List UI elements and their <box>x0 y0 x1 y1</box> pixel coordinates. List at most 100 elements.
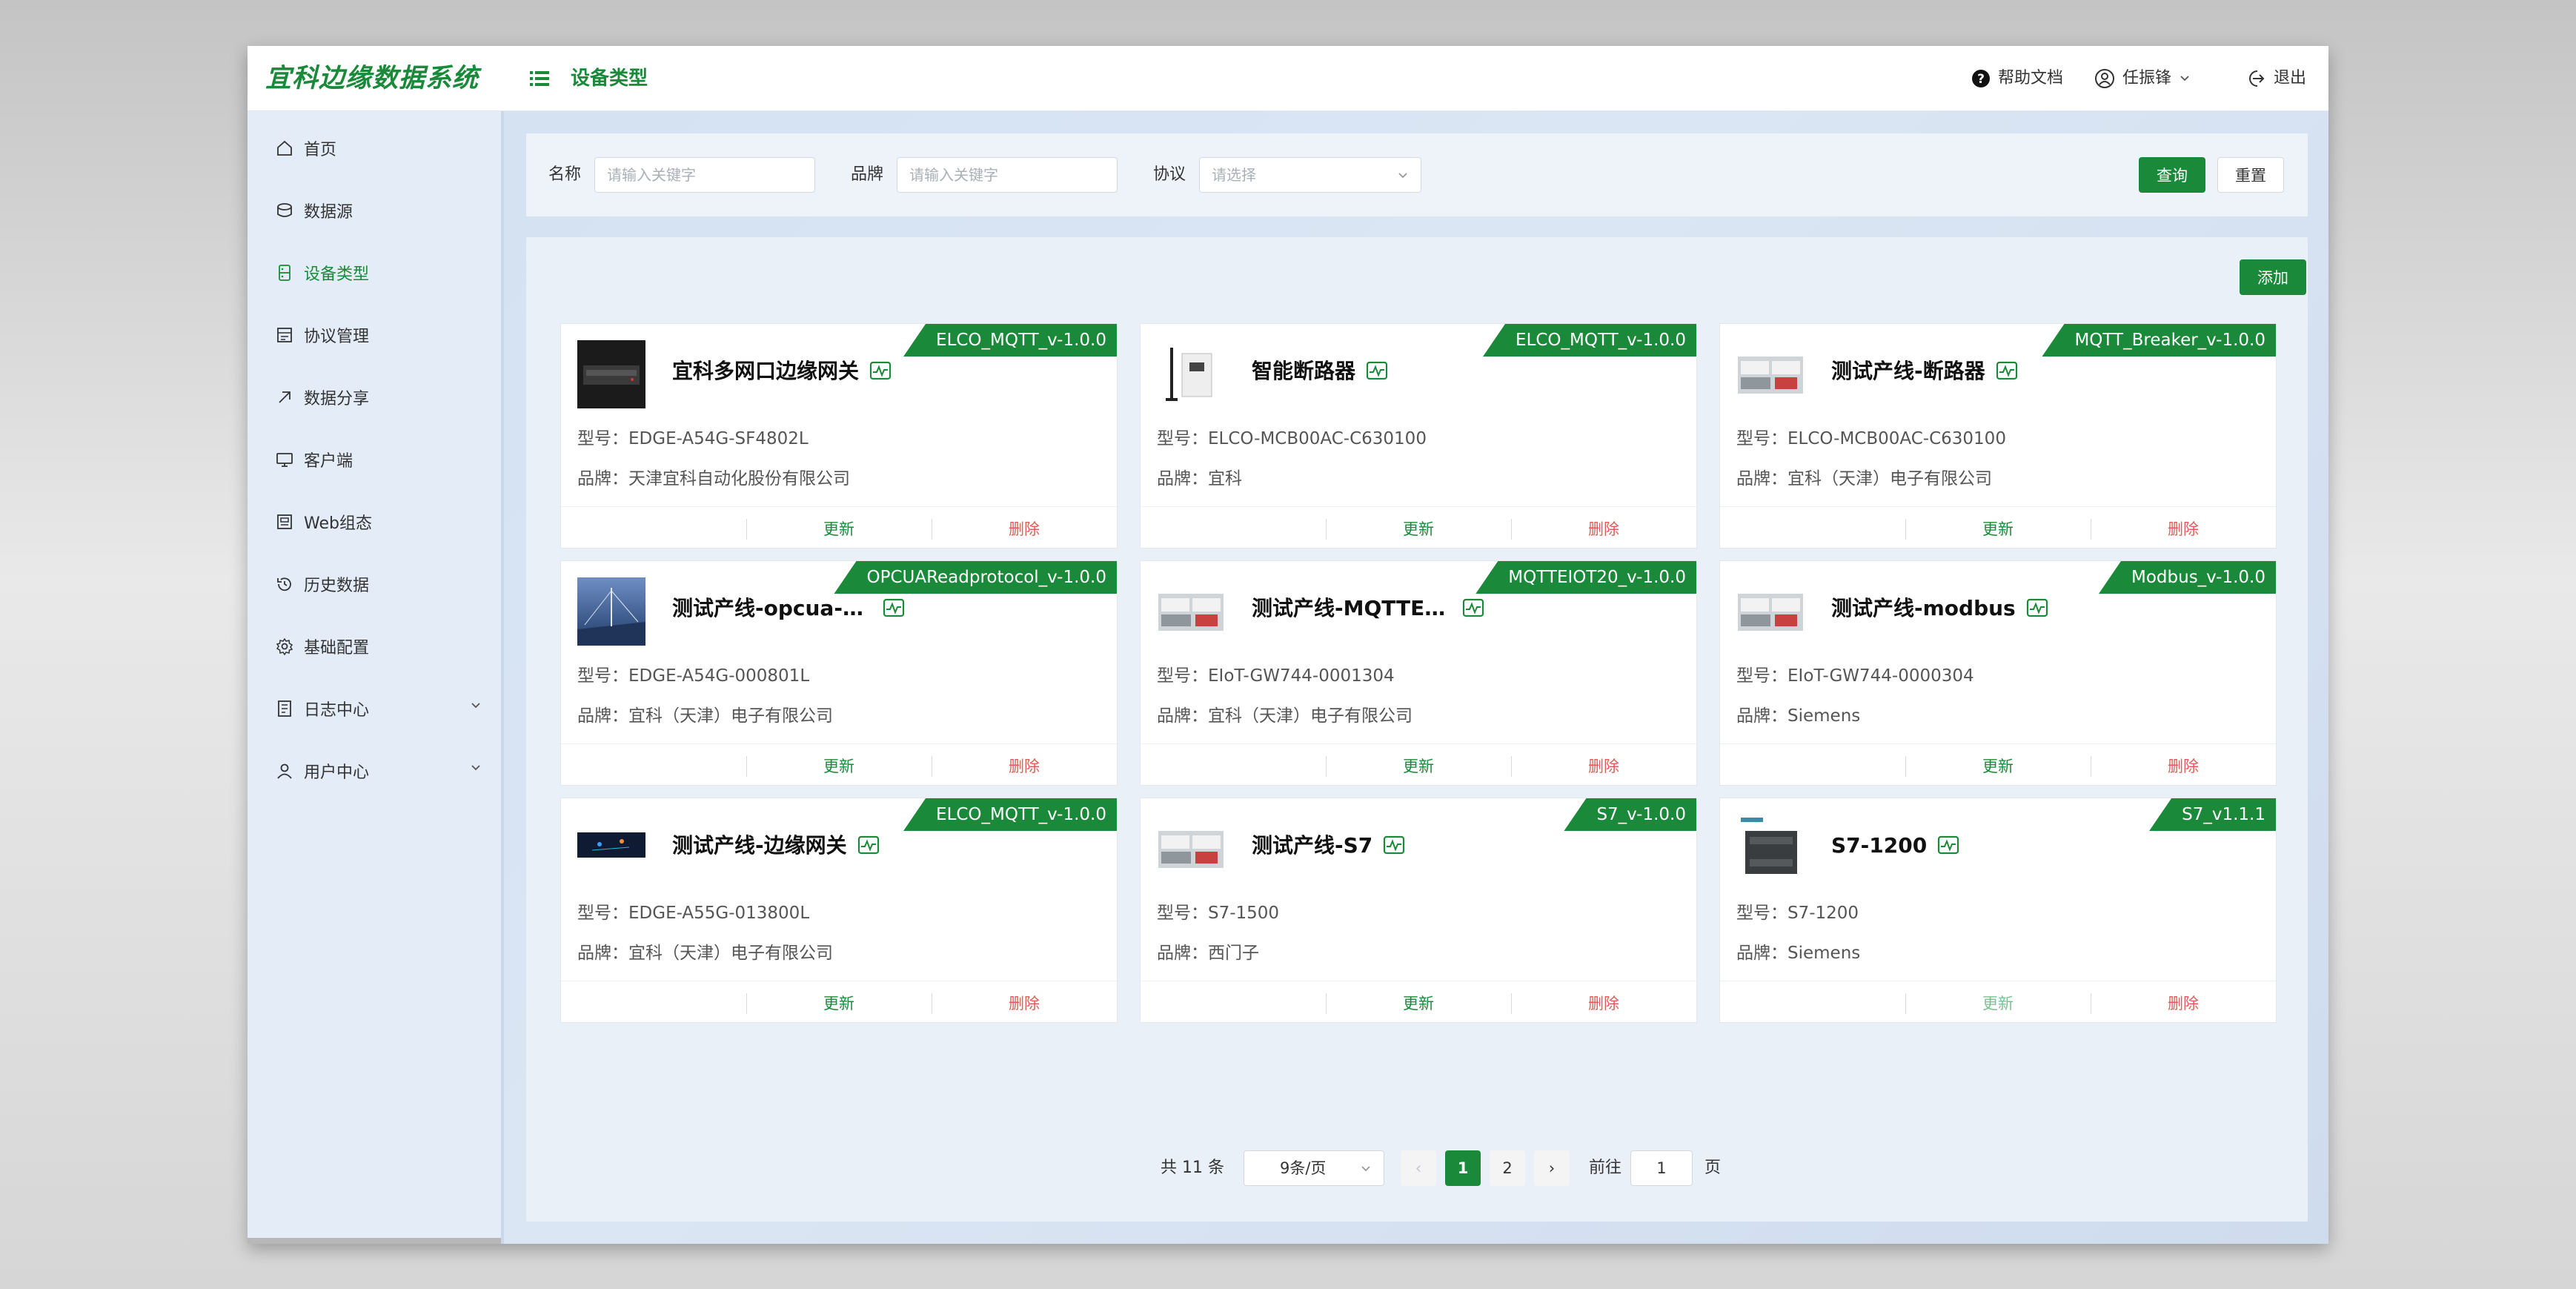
brand-prefix: 品牌： <box>1736 469 1787 488</box>
prev-page-button[interactable]: ‹ <box>1401 1150 1436 1186</box>
sidebar-item-label: 协议管理 <box>304 328 370 346</box>
log-icon <box>278 700 291 717</box>
device-card[interactable]: ELCO_MQTT_v-1.0.0 智能断路器 型号：ELCO-MCB00AC-C6… <box>1140 323 1697 549</box>
chevron-down-icon <box>471 765 480 771</box>
update-button[interactable]: 更新 <box>1953 517 2042 541</box>
share-icon <box>279 391 291 403</box>
device-thumbnail <box>577 815 645 883</box>
model-value: ELCO-MCB00AC-C630100 <box>1208 429 1427 448</box>
device-card[interactable]: Modbus_v-1.0.0 测试产线-modbus 型号：EIoT-GW744-0… <box>1719 560 2277 786</box>
monitor-status-icon[interactable] <box>869 361 892 382</box>
divider <box>746 519 747 540</box>
protocol-select[interactable]: 请选择 <box>1199 157 1421 193</box>
delete-button[interactable]: 删除 <box>980 992 1069 1015</box>
sidebar: 首页 数据源 设备类型 协议管理 数据分享 客户端 Web组态 历史数据 基础配… <box>248 111 507 1244</box>
monitor-status-icon[interactable] <box>857 835 880 856</box>
sidebar-item-log-center[interactable]: 日志中心 <box>248 677 504 740</box>
update-button[interactable]: 更新 <box>794 755 883 778</box>
sidebar-item-device-types[interactable]: 设备类型 <box>248 242 507 304</box>
update-button[interactable]: 更新 <box>1953 755 2042 778</box>
device-card[interactable]: OPCUAReadprotocol_v-1.0.0测试产线-opcua-read… <box>560 560 1118 786</box>
monitor-status-icon[interactable] <box>1996 361 2018 382</box>
sidebar-item-history[interactable]: 历史数据 <box>248 553 504 615</box>
delete-button[interactable]: 删除 <box>980 755 1069 778</box>
home-icon <box>277 140 292 156</box>
monitor-status-icon[interactable] <box>1383 835 1405 856</box>
update-button[interactable]: 更新 <box>794 517 883 541</box>
device-name: 测试产线-MQTTEIOT20 <box>1252 596 1452 620</box>
page-size-select[interactable]: 9条/页 <box>1244 1150 1384 1186</box>
page-button-2[interactable]: 2 <box>1490 1150 1525 1186</box>
help-docs-link[interactable]: ? 帮助文档 <box>1971 64 2063 93</box>
brand-search-input[interactable] <box>897 157 1118 193</box>
brand-prefix: 品牌： <box>1157 944 1208 963</box>
goto-page-input[interactable] <box>1630 1150 1693 1186</box>
sidebar-item-user-center[interactable]: 用户中心 <box>248 740 504 802</box>
model-value: EIoT-GW744-0000304 <box>1787 666 1974 686</box>
model-value: EDGE-A54G-SF4802L <box>628 429 809 448</box>
brand-filter-label: 品牌 <box>851 165 884 184</box>
device-card[interactable]: ELCO_MQTT_v-1.0.0 测试产线-边缘网关 型号：EDGE-A55G-0… <box>560 798 1118 1023</box>
device-card[interactable]: MQTT_Breaker_v-1.0.0 测试产线-断路器 型号：ELCO-MCB0… <box>1719 323 2277 549</box>
delete-button[interactable]: 删除 <box>1559 517 1648 541</box>
brand-value: 宜科 <box>1208 469 1242 488</box>
sidebar-item-home[interactable]: 首页 <box>248 117 504 179</box>
page-size-value: 9条/页 <box>1280 1159 1327 1177</box>
brand-value: 西门子 <box>1208 944 1259 963</box>
page-button-1[interactable]: 1 <box>1445 1150 1481 1186</box>
monitor-status-icon[interactable] <box>1366 361 1388 382</box>
update-button[interactable]: 更新 <box>1374 992 1463 1015</box>
delete-button[interactable]: 删除 <box>1559 755 1648 778</box>
sidebar-item-web-config[interactable]: Web组态 <box>248 491 504 553</box>
menu-toggle-icon[interactable] <box>528 67 551 90</box>
sidebar-item-label: 基础配置 <box>304 639 370 657</box>
device-model: 型号：ELCO-MCB00AC-C630100 <box>1736 426 2006 451</box>
name-search-input[interactable] <box>594 157 815 193</box>
update-button[interactable]: 更新 <box>1953 992 2042 1015</box>
delete-button[interactable]: 删除 <box>1559 992 1648 1015</box>
reset-button[interactable]: 重置 <box>2217 157 2284 193</box>
user-avatar-icon <box>2095 69 2114 88</box>
monitor-status-icon[interactable] <box>883 598 905 619</box>
delete-button[interactable]: 删除 <box>2139 517 2228 541</box>
device-name: 测试产线-边缘网关 <box>672 833 847 858</box>
sidebar-item-client[interactable]: 客户端 <box>248 428 504 491</box>
sidebar-item-base-config[interactable]: 基础配置 <box>248 615 504 677</box>
model-prefix: 型号： <box>1157 666 1208 686</box>
model-prefix: 型号： <box>1736 904 1787 923</box>
device-card[interactable]: S7_v-1.0.0 测试产线-S7 型号：S7-1500 品牌：西门子 更新 删除 <box>1140 798 1697 1023</box>
card-actions: 更新 删除 <box>561 743 1117 785</box>
card-actions: 更新 删除 <box>561 981 1117 1022</box>
next-page-button[interactable]: › <box>1534 1150 1570 1186</box>
user-menu[interactable]: 任振锋 <box>2094 64 2191 93</box>
user-icon <box>277 763 292 779</box>
logout-button[interactable]: 退出 <box>2245 64 2306 93</box>
monitor-status-icon[interactable] <box>2026 598 2048 619</box>
device-brand: 品牌：宜科（天津）电子有限公司 <box>1157 703 1413 729</box>
monitor-status-icon[interactable] <box>1462 598 1484 619</box>
add-device-button[interactable]: 添加 <box>2240 259 2306 295</box>
model-prefix: 型号： <box>1736 429 1787 448</box>
device-name: 宜科多网口边缘网关 <box>672 359 860 383</box>
monitor-status-icon[interactable] <box>1937 835 1959 856</box>
brand-value: 宜科（天津）电子有限公司 <box>1787 469 1992 488</box>
sidebar-item-protocols[interactable]: 协议管理 <box>248 304 504 366</box>
delete-button[interactable]: 删除 <box>2139 992 2228 1015</box>
update-button[interactable]: 更新 <box>794 992 883 1015</box>
sidebar-item-data-share[interactable]: 数据分享 <box>248 366 504 428</box>
query-button[interactable]: 查询 <box>2139 157 2205 193</box>
delete-button[interactable]: 删除 <box>2139 755 2228 778</box>
help-docs-label: 帮助文档 <box>1998 69 2064 87</box>
sidebar-scrollbar[interactable] <box>248 1238 501 1244</box>
sidebar-item-datasource[interactable]: 数据源 <box>248 179 504 242</box>
update-button[interactable]: 更新 <box>1374 517 1463 541</box>
update-button[interactable]: 更新 <box>1374 755 1463 778</box>
device-card[interactable]: MQTTEIOT20_v-1.0.0 测试产线-MQTTEIOT20 型号：EIoT… <box>1140 560 1697 786</box>
device-thumbnail <box>1736 815 1805 883</box>
device-thumbnail <box>1157 340 1225 408</box>
device-title: 测试产线-边缘网关 <box>672 831 880 861</box>
device-card[interactable]: S7_v1.1.1 S7-1200 型号：S7-1200 品牌：Siemens 更新 删除 <box>1719 798 2277 1023</box>
device-card[interactable]: ELCO_MQTT_v-1.0.0 宜科多网口边缘网关 型号：EDGE-A54G-S… <box>560 323 1118 549</box>
delete-button[interactable]: 删除 <box>980 517 1069 541</box>
device-title: 宜科多网口边缘网关 <box>672 357 892 386</box>
